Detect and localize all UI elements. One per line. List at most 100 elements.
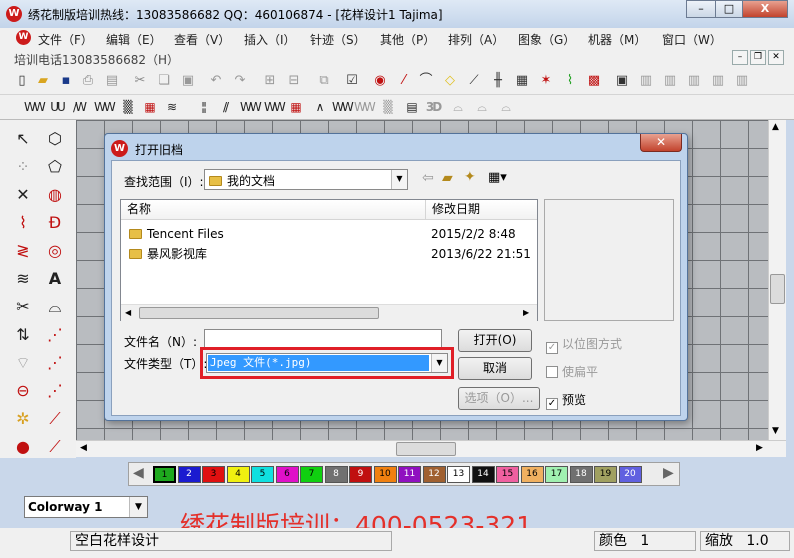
dialog-close-button[interactable]: ✕ — [640, 134, 682, 152]
table4-icon[interactable]: ▥ — [710, 72, 726, 89]
palette-swatch[interactable]: 8 — [324, 466, 348, 483]
stitch-tool-16-icon[interactable]: ▒ — [378, 98, 396, 116]
undo-icon[interactable]: ↶ — [208, 72, 224, 89]
scroll-down-arrow-icon[interactable]: ▼ — [772, 426, 779, 436]
chevron-down-icon[interactable]: ▼ — [129, 497, 147, 517]
doc-close-button[interactable]: ✕ — [768, 50, 784, 65]
stitch-tool-11-icon[interactable]: WW — [264, 98, 286, 116]
horizontal-scrollbar[interactable]: ◀ ▶ — [76, 440, 786, 457]
print-preview-icon[interactable]: ▤ — [104, 72, 120, 89]
doc-minimize-button[interactable]: – — [732, 50, 748, 65]
palette-swatch[interactable]: 2 — [177, 466, 201, 483]
zigzag-icon[interactable]: ≷ — [10, 238, 36, 264]
menu-edit[interactable]: 编辑（E） — [106, 31, 162, 48]
cut-icon[interactable]: ✂ — [132, 72, 148, 89]
look-in-chevron-icon[interactable]: ▼ — [391, 170, 407, 189]
ungroup-icon[interactable]: ⊟ — [286, 72, 302, 89]
palette-swatch[interactable]: 20 — [618, 466, 642, 483]
stitch-tool-21-icon[interactable]: ⌓ — [496, 98, 514, 116]
save-icon[interactable]: ▪ — [58, 72, 74, 89]
menu-arrange[interactable]: 排列（A） — [448, 31, 504, 48]
new-file-icon[interactable]: ▯ — [14, 72, 30, 89]
minimize-button[interactable]: – — [686, 0, 716, 18]
monitor-icon[interactable]: ▣ — [614, 72, 630, 89]
palette-swatch[interactable]: 14 — [471, 466, 495, 483]
shape-edit-icon[interactable]: ⬠ — [42, 154, 68, 180]
palette-right-arrow-icon[interactable]: ▶ — [663, 465, 674, 481]
circle-stitch-icon[interactable]: ⊖ — [10, 378, 36, 404]
stitch-tool-12-icon[interactable]: ▦ — [286, 98, 304, 116]
grid-icon[interactable]: ▦ — [514, 72, 530, 89]
text-tool-icon[interactable]: A — [42, 266, 68, 292]
menu-image[interactable]: 图象（G） — [518, 31, 575, 48]
list-scroll-left-icon[interactable]: ◀ — [125, 308, 131, 317]
lips-icon[interactable]: ◉ — [372, 72, 388, 89]
vertical-scrollbar[interactable]: ▲ ▼ — [768, 120, 786, 440]
redo-icon[interactable]: ↷ — [232, 72, 248, 89]
cross-stitch-icon[interactable]: ⋰ — [42, 378, 68, 404]
stop-icon[interactable]: ● — [10, 434, 36, 460]
list-item[interactable]: Tencent Files 2015/2/2 8:48 — [121, 224, 537, 244]
fan-icon[interactable]: ⌔ — [10, 350, 36, 376]
stitch-tool-19-icon[interactable]: ⌓ — [448, 98, 466, 116]
line-icon[interactable]: ⟋ — [466, 72, 482, 89]
palette-swatch[interactable]: 11 — [398, 466, 421, 483]
stitch-tool-7-icon[interactable]: ≋ — [162, 98, 180, 116]
table3-icon[interactable]: ▥ — [686, 72, 702, 89]
column-date[interactable]: 修改日期 — [425, 200, 537, 220]
reposition-icon[interactable]: ⇅ — [10, 322, 36, 348]
trim-icon[interactable]: ⟋ — [42, 434, 68, 460]
close-button[interactable]: X — [742, 0, 788, 18]
list-scroll-right-icon[interactable]: ▶ — [523, 308, 529, 317]
preview-checkbox[interactable]: ✓ 预览 — [546, 391, 586, 410]
flatten-checkbox[interactable]: 使扁平 — [546, 363, 598, 380]
menu-machine[interactable]: 机器（M） — [588, 31, 646, 48]
chain-stitch-icon[interactable]: ⋰ — [42, 322, 68, 348]
stitch-red-icon[interactable]: ✶ — [538, 72, 554, 89]
table-icon[interactable]: ▥ — [638, 72, 654, 89]
menu-logo-icon[interactable]: W — [16, 30, 31, 45]
globe-icon[interactable]: ◎ — [42, 238, 68, 264]
fill-icon[interactable]: ◇ — [442, 72, 458, 89]
group-icon[interactable]: ⊞ — [262, 72, 278, 89]
palette-swatch[interactable]: 17 — [545, 466, 568, 483]
look-in-combo[interactable]: 我的文档 ▼ — [204, 169, 408, 190]
palette-swatch[interactable]: 1 — [153, 466, 176, 483]
palette-swatch[interactable]: 6 — [275, 466, 299, 483]
menu-stitch[interactable]: 针迹（S） — [310, 31, 366, 48]
mirror-icon[interactable]: ⧉ — [316, 72, 332, 89]
run-stitch-icon[interactable]: ⌇ — [10, 210, 36, 236]
scroll-right-arrow-icon[interactable]: ▶ — [756, 443, 763, 453]
maximize-button[interactable]: □ — [715, 0, 743, 18]
stitch-tool-17-icon[interactable]: ▤ — [402, 98, 420, 116]
palette-swatch[interactable]: 9 — [349, 466, 372, 483]
rotate-icon[interactable]: ◍ — [42, 182, 68, 208]
scroll-up-arrow-icon[interactable]: ▲ — [772, 122, 779, 132]
stitch-tool-4-icon[interactable]: WW — [94, 98, 116, 116]
vertical-scroll-thumb[interactable] — [770, 274, 785, 304]
list-scroll-thumb[interactable] — [139, 307, 379, 319]
stitch-tool-14-icon[interactable]: WW — [332, 98, 354, 116]
bead-icon[interactable]: ⋰ — [42, 350, 68, 376]
satin-icon[interactable]: ⁄ — [396, 72, 412, 89]
stitch-tool-3-icon[interactable]: /W — [70, 98, 88, 116]
stitch-tool-1-icon[interactable]: WW — [24, 98, 46, 116]
palette-swatch[interactable]: 13 — [447, 466, 470, 483]
select-arrow-icon[interactable]: ↖ — [10, 126, 36, 152]
stitch-tool-8-icon[interactable]: ¦¦ — [194, 98, 212, 116]
palette-swatch[interactable]: 16 — [520, 466, 544, 483]
palette-swatch[interactable]: 5 — [251, 466, 274, 483]
node-edit-icon[interactable]: ⬡ — [42, 126, 68, 152]
needle-icon[interactable]: ╫ — [490, 72, 506, 89]
stitch-tool-9-icon[interactable]: // — [216, 98, 234, 116]
scroll-left-arrow-icon[interactable]: ◀ — [80, 443, 87, 453]
copy-icon[interactable]: ❏ — [156, 72, 172, 89]
palette-swatch[interactable]: 12 — [422, 466, 446, 483]
line-stitch-icon[interactable]: ⟋ — [42, 406, 68, 432]
checkbox-tool-icon[interactable]: ☑ — [344, 72, 360, 89]
stitch-tool-6-icon[interactable]: ▦ — [140, 98, 158, 116]
table2-icon[interactable]: ▥ — [662, 72, 678, 89]
3d-icon[interactable]: 3D — [424, 98, 442, 116]
list-item[interactable]: 暴风影视库 2013/6/22 21:51 — [121, 244, 537, 264]
back-arrow-icon[interactable]: ⇦ — [422, 170, 434, 186]
